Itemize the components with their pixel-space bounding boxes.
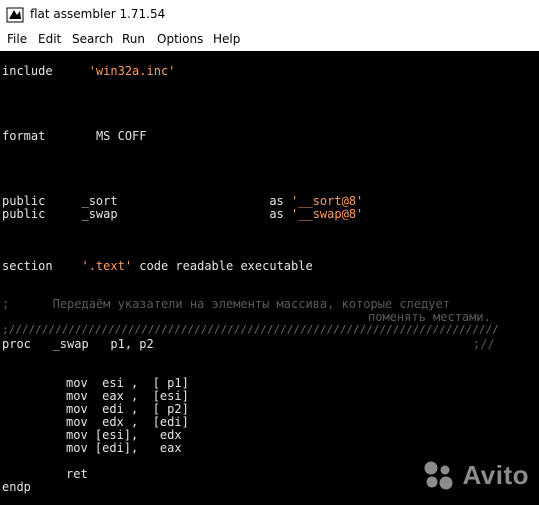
avito-watermark: Avito	[420, 459, 529, 491]
menu-bar: File Edit Search Run Options Help	[0, 30, 539, 50]
code-line-public-swap: public _swap as '__swap@8'	[2, 208, 363, 221]
code-line-format: format MS COFF	[2, 130, 147, 143]
code-comment-line-2: поменять местами.	[368, 310, 491, 324]
instr-line: mov [edi], eax	[66, 441, 182, 455]
avito-logo-icon	[424, 461, 453, 490]
window-title: flat assembler 1.71.54	[30, 7, 166, 21]
format-keyword: format	[2, 129, 46, 143]
public-alias: '__swap@8'	[291, 207, 364, 221]
code-line-section: section '.text' code readable executable	[2, 260, 313, 273]
title-bar: flat assembler 1.71.54	[0, 0, 539, 30]
menu-help[interactable]: Help	[213, 32, 240, 46]
public-keyword: public	[2, 194, 46, 208]
include-file: 'win32a.inc'	[88, 64, 176, 78]
code-line-include: include 'win32a.inc'	[2, 65, 175, 78]
public-keyword: public	[2, 207, 46, 221]
comment-semicolon: ;	[2, 297, 10, 311]
public-name: _sort	[81, 194, 118, 208]
public-alias: '__sort@8'	[291, 194, 364, 208]
menu-options[interactable]: Options	[157, 32, 203, 46]
section-keyword: section	[2, 259, 53, 273]
menu-search[interactable]: Search	[72, 32, 113, 46]
as-keyword: as	[269, 194, 284, 208]
comment-text-1: Передаём указатели на элементы массива, …	[52, 297, 450, 311]
menu-file[interactable]: File	[7, 32, 27, 46]
code-line-endp: endp	[2, 480, 31, 494]
proc-comment: ;//	[473, 337, 495, 351]
avito-watermark-text: Avito	[462, 459, 529, 490]
instr-ret: ret	[66, 467, 88, 481]
code-line-proc: proc _swap p1, p2	[2, 338, 154, 351]
section-name: '.text'	[81, 259, 133, 273]
code-editor[interactable]: include 'win32a.inc' format MS COFF publ…	[0, 51, 539, 505]
section-flags: code readable executable	[139, 259, 313, 273]
public-name: _swap	[81, 207, 118, 221]
fasm-app-icon[interactable]	[6, 6, 24, 24]
menu-edit[interactable]: Edit	[38, 32, 61, 46]
format-value: MS COFF	[95, 129, 147, 143]
include-keyword: include	[2, 64, 53, 78]
as-keyword: as	[269, 207, 284, 221]
proc-declaration: proc _swap p1, p2	[2, 337, 154, 351]
menu-run[interactable]: Run	[122, 32, 145, 46]
separator-line: ;///////////////////////////////////////…	[2, 324, 499, 335]
